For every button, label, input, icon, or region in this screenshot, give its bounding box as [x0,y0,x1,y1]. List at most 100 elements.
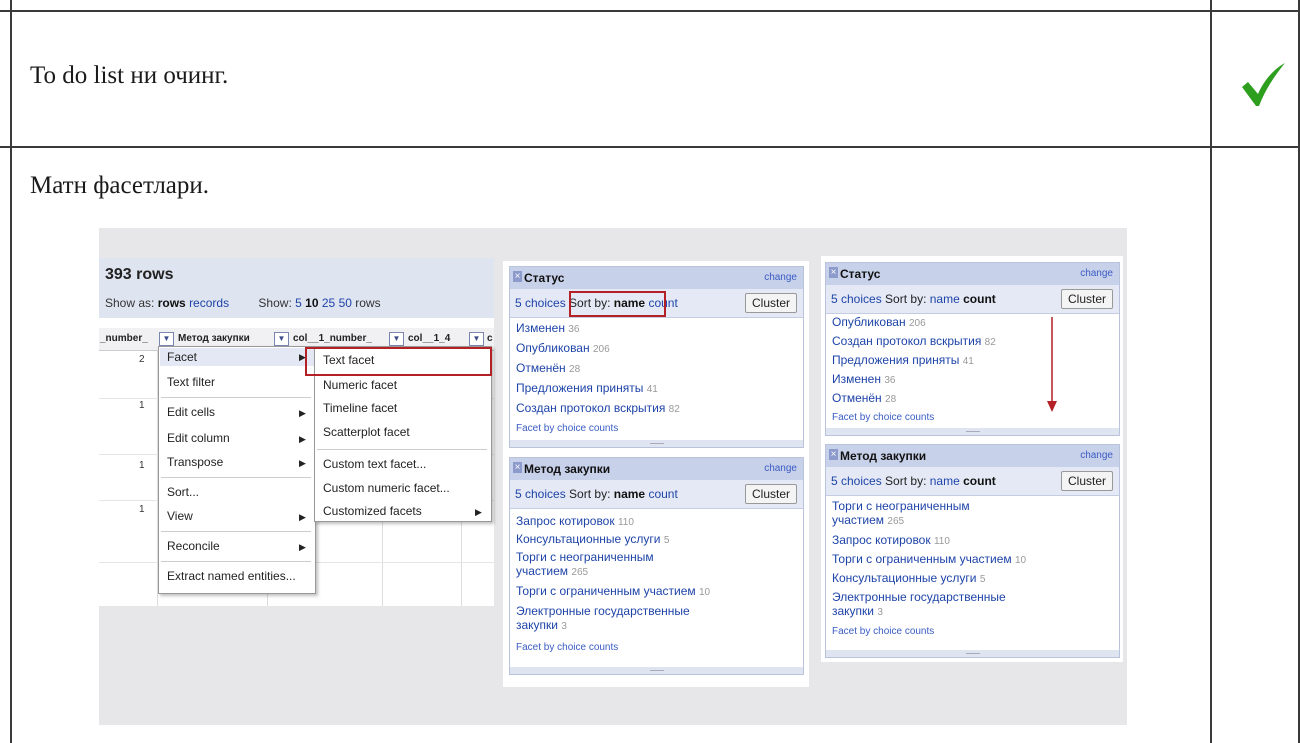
menu-item-numeric-facet[interactable]: Numeric facet [323,378,397,392]
facet-choice[interactable]: Отменён 28 [832,391,896,405]
cluster-button[interactable]: Cluster [1060,289,1113,309]
facet-choice[interactable]: Электронные государственные [516,604,690,618]
facet-choice[interactable]: Создан протокол вскрытия 82 [516,401,680,415]
menu-item-timeline-facet[interactable]: Timeline facet [323,401,397,415]
facet-choice[interactable]: Торги с ограниченным участием 10 [832,552,1026,566]
change-link[interactable]: change [1080,450,1113,461]
facet-title: Статус [524,271,565,285]
menu-item-sort[interactable]: Sort... [167,485,199,499]
change-link[interactable]: change [764,272,797,283]
facet-choice-continued[interactable]: закупки 3 [832,604,883,618]
facet-choice-continued[interactable]: участием 265 [516,564,588,578]
menu-item-transpose[interactable]: Transpose [167,455,223,469]
menu-item-facet[interactable]: Facet [167,350,197,364]
menu-item-customized-facets[interactable]: Customized facets [323,504,422,518]
facet-choice-continued[interactable]: закупки 3 [516,618,567,632]
close-icon[interactable]: × [513,271,522,282]
menu-item-scatterplot-facet[interactable]: Scatterplot facet [323,425,410,439]
row-number: 1 [139,460,145,471]
facet-by-choice-counts-link[interactable]: Facet by choice counts [516,642,618,653]
sort-by-name-link[interactable]: name [930,292,960,306]
choices-count: 5 choices [831,474,882,488]
facet-panel-method: × Метод закупки change 5 choices Sort by… [509,457,804,675]
facet-choice-continued[interactable]: участием 265 [832,513,904,527]
facets-sorted-by-name: × Статус change 5 choices Sort by: name … [503,261,809,687]
column-header-number: _number_ [100,333,148,344]
facet-choice[interactable]: Опубликован 206 [832,315,926,329]
choices-count: 5 choices [831,292,882,306]
menu-item-custom-text-facet[interactable]: Custom text facet... [323,457,426,471]
change-link[interactable]: change [764,463,797,474]
change-link[interactable]: change [1080,268,1113,279]
sort-by-name[interactable]: name [614,487,645,501]
menu-item-edit-cells[interactable]: Edit cells [167,405,215,419]
sort-direction-arrow-icon [1047,317,1057,412]
facet-choice[interactable]: Консультационные услуги 5 [516,532,669,546]
show-label: Show: [258,296,292,310]
show-25-link[interactable]: 25 [322,296,335,310]
close-icon[interactable]: × [513,462,522,473]
show-as-records-link[interactable]: records [189,296,229,310]
facet-choice[interactable]: Электронные государственные [832,590,1006,604]
close-icon[interactable]: × [829,267,838,278]
column-dropdown-icon[interactable]: ▼ [274,332,289,346]
row-number: 1 [139,504,145,515]
facets-sorted-by-count: × Статус change 5 choices Sort by: name … [821,256,1123,662]
cluster-button[interactable]: Cluster [744,293,797,313]
column-dropdown-icon[interactable]: ▼ [469,332,484,346]
column-header-col1-number: col__1_number_ [293,333,372,344]
column-dropdown-icon[interactable]: ▼ [159,332,174,346]
facet-by-choice-counts-link[interactable]: Facet by choice counts [832,626,934,637]
show-10-selected[interactable]: 10 [305,296,318,310]
resize-grip[interactable] [510,667,803,674]
sort-by-name-link[interactable]: name [930,474,960,488]
menu-item-edit-column[interactable]: Edit column [167,431,230,445]
column-header-method: Метод закупки [178,333,250,344]
facet-choice[interactable]: Торги с неограниченным [832,499,970,513]
facet-choice[interactable]: Предложения приняты 41 [832,353,974,367]
facet-by-choice-counts-link[interactable]: Facet by choice counts [516,423,618,434]
sort-by-count[interactable]: count [963,292,996,306]
facet-choice[interactable]: Отменён 28 [516,361,580,375]
facet-choice[interactable]: Торги с ограниченным участием 10 [516,584,710,598]
facet-choice[interactable]: Консультационные услуги 5 [832,571,985,585]
facet-choice[interactable]: Создан протокол вскрытия 82 [832,334,996,348]
menu-item-reconcile[interactable]: Reconcile [167,539,220,553]
row-2-text: Матн фасетлари. [30,172,210,199]
facet-panel-method: × Метод закупки change 5 choices Sort by… [825,444,1120,658]
show-50-link[interactable]: 50 [339,296,352,310]
facet-by-choice-counts-link[interactable]: Facet by choice counts [832,412,934,423]
facet-choice[interactable]: Изменен 36 [516,321,579,335]
rows-count-title: 393 rows [105,266,174,283]
sort-by-count-link[interactable]: count [648,487,677,501]
cluster-button[interactable]: Cluster [1060,471,1113,491]
checkmark-icon [1242,63,1285,106]
resize-grip[interactable] [826,428,1119,435]
show-5-link[interactable]: 5 [295,296,302,310]
column-dropdown-icon[interactable]: ▼ [389,332,404,346]
show-as-rows[interactable]: rows [158,296,186,310]
cluster-button[interactable]: Cluster [744,484,797,504]
column-context-menu: Facet ▶ Text filter Edit cells ▶ Edit co… [158,346,316,594]
facet-title: Статус [840,267,881,281]
menu-item-text-filter[interactable]: Text filter [167,375,215,389]
facet-choice[interactable]: Запрос котировок 110 [516,514,634,528]
menu-item-view[interactable]: View [167,509,193,523]
sort-by-count[interactable]: count [963,474,996,488]
column-header-c: c [487,333,493,344]
sort-by-label: Sort by: [885,292,927,306]
text-facet-highlight [305,347,492,376]
table-row-divider [0,146,1300,148]
show-rows-label: rows [355,296,381,310]
menu-item-extract-entities[interactable]: Extract named entities... [167,569,296,583]
sort-by-label: Sort by: [885,474,927,488]
facet-choice[interactable]: Предложения приняты 41 [516,381,658,395]
resize-grip[interactable] [826,650,1119,657]
facet-choice[interactable]: Торги с неограниченным [516,550,654,564]
facet-choice[interactable]: Опубликован 206 [516,341,610,355]
facet-choice[interactable]: Запрос котировок 110 [832,533,950,547]
resize-grip[interactable] [510,440,803,447]
close-icon[interactable]: × [829,449,838,460]
facet-choice[interactable]: Изменен 36 [832,372,895,386]
menu-item-custom-numeric-facet[interactable]: Custom numeric facet... [323,481,450,495]
